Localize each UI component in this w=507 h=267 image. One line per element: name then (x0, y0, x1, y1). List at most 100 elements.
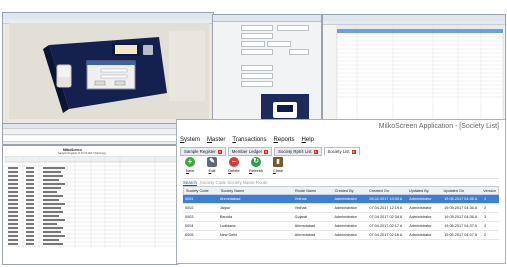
cell-updated-on: 19.05.2017 04:36 A (444, 206, 478, 210)
cell-updated-by: Administrator (409, 233, 432, 237)
table-row[interactable]: 0003 Baroda Gujarat Administrator 07.04.… (183, 213, 499, 222)
table-row[interactable]: 0005 New Delhi Ahmedabad Administrator 0… (183, 231, 499, 240)
cell-society-code: 0004 (185, 224, 194, 228)
close-icon[interactable]: × (264, 149, 269, 154)
report-table (5, 156, 177, 248)
form-field-3[interactable] (241, 33, 273, 39)
cell-version: 1 (484, 197, 487, 201)
form-field-9[interactable] (241, 81, 273, 87)
cell-created-on: 07.04.2017 02:34 A (369, 215, 403, 219)
edit-label: Edit (208, 168, 216, 173)
sample-entry-toolbar[interactable] (3, 129, 177, 135)
cell-version: 3 (484, 224, 487, 228)
cell-society-name: New Delhi (219, 233, 238, 237)
sample-entry-window (2, 123, 178, 145)
table-row[interactable]: 0002 Jaipur Vrdhas Administrator 07.04.2… (183, 204, 499, 213)
form-field-7[interactable] (241, 65, 273, 71)
cell-created-by: Administrator (334, 206, 357, 210)
form-field-8[interactable] (241, 73, 273, 79)
cell-society-code: 0001 (185, 197, 194, 201)
new-button[interactable]: + New (183, 157, 197, 177)
device-illustration-area (9, 23, 209, 119)
cell-created-on: 07.04.2017 02:17 A (369, 224, 403, 228)
society-grid[interactable]: Society Code Society Name Route Name Cre… (183, 186, 499, 240)
column-header[interactable]: Route Name (293, 189, 333, 193)
plus-icon: + (185, 157, 195, 167)
cell-society-code: 0005 (185, 233, 194, 237)
cell-society-code: 0002 (185, 206, 194, 210)
report-subtitle: Sample Register of 16.02.2017 (Morning) (58, 152, 106, 155)
cell-created-by: Administrator (334, 215, 357, 219)
column-header[interactable]: Updated By (407, 189, 442, 193)
record-list-grid[interactable] (323, 25, 506, 121)
column-header[interactable]: Created By (333, 189, 368, 193)
form-field-10[interactable] (289, 49, 309, 55)
cell-version: 2 (484, 206, 487, 210)
document-tab-bar: Sample Register × Member Ledger × Societ… (180, 147, 502, 156)
cell-updated-by: Administrator (409, 197, 432, 201)
close-button[interactable]: ▮ Close (271, 157, 285, 177)
cell-updated-by: Administrator (409, 206, 432, 210)
close-icon[interactable]: × (313, 149, 318, 154)
cell-updated-by: Administrator (409, 224, 432, 228)
cell-route-name: Vrdhas (294, 197, 307, 201)
edit-icon: ✎ (207, 157, 217, 167)
delete-button[interactable]: − Delete (227, 157, 241, 177)
column-header[interactable]: Created On (367, 189, 407, 193)
column-header[interactable]: Society Name (219, 189, 293, 193)
search-bar: Search Society Code Society Name Route (183, 178, 499, 186)
form-field-2[interactable] (277, 25, 309, 31)
close-door-icon: ▮ (273, 157, 283, 167)
menu-reports[interactable]: Reports (274, 137, 295, 143)
cell-version: 2 (484, 233, 487, 237)
tab-society-list[interactable]: Society List × (323, 147, 360, 156)
cell-created-by: Administrator (334, 233, 357, 237)
milk-analyzer-device-illustration (43, 31, 205, 113)
entry-form-window (212, 14, 322, 134)
refresh-button[interactable]: ↻ Refresh (249, 157, 263, 177)
search-link[interactable]: Search (183, 180, 197, 185)
cell-society-name: Baroda (219, 215, 233, 219)
refresh-label: Refresh (249, 168, 264, 173)
cell-route-name: Ahmedabad (294, 233, 316, 237)
column-header[interactable]: Society Code (184, 189, 219, 193)
device-window (2, 12, 214, 124)
tab-society-rpt-list[interactable]: Society Rpt/4 List × (274, 147, 322, 156)
menu-help[interactable]: Help (302, 137, 314, 143)
tab-member-ledger[interactable]: Member Ledger × (227, 147, 273, 156)
search-input[interactable]: Society Code Society Name Route (200, 180, 268, 185)
form-field-5[interactable] (267, 41, 291, 47)
sample-register-report: MilkoScreen Sample Register of 16.02.201… (2, 145, 178, 265)
cell-route-name: Vrdhas (294, 206, 307, 210)
table-row[interactable]: 0004 Ludhiana Ahmedabad Administrator 07… (183, 222, 499, 231)
cell-route-name: Gujarat (294, 215, 308, 219)
column-header[interactable]: Updated On (442, 189, 482, 193)
delete-label: Delete (228, 168, 240, 173)
form-field-6[interactable] (241, 49, 273, 55)
cell-created-on: 26.02.2017 10:39 A (369, 197, 403, 201)
close-icon[interactable]: × (217, 149, 222, 154)
toolbar: + New ✎ Edit − Delete ↻ Refresh ▮ Close (183, 157, 285, 177)
form-field-1[interactable] (241, 25, 273, 31)
edit-button[interactable]: ✎ Edit (205, 157, 219, 177)
form-field-4[interactable] (241, 41, 265, 47)
cell-created-by: Administrator (334, 197, 357, 201)
cell-society-code: 0003 (185, 215, 194, 219)
close-label: Close (272, 168, 284, 173)
tab-sample-register[interactable]: Sample Register × (180, 147, 226, 156)
cell-updated-on: 19.05.2017 04:35 A (444, 197, 478, 201)
tab-label: Society Rpt/4 List (278, 149, 312, 154)
cell-updated-on: 19.05.2017 04:37 A (444, 224, 478, 228)
column-header[interactable]: Version (481, 189, 498, 193)
new-label: New (185, 168, 194, 173)
society-list-window: MilkoScreen Application - [Society List]… (176, 119, 506, 264)
table-row[interactable]: 0001 Ahmedabad Vrdhas Administrator 26.0… (183, 195, 499, 204)
menu-transactions[interactable]: Transactions (232, 137, 266, 143)
sample-entry-filter-bar[interactable] (3, 136, 177, 142)
tab-label: Member Ledger (231, 149, 263, 154)
menu-master[interactable]: Master (207, 137, 225, 143)
cell-route-name: Ahmedabad (294, 224, 316, 228)
close-icon[interactable]: × (351, 149, 356, 154)
menu-system[interactable]: System (180, 137, 200, 143)
grid-header: Society Code Society Name Route Name Cre… (183, 186, 499, 195)
